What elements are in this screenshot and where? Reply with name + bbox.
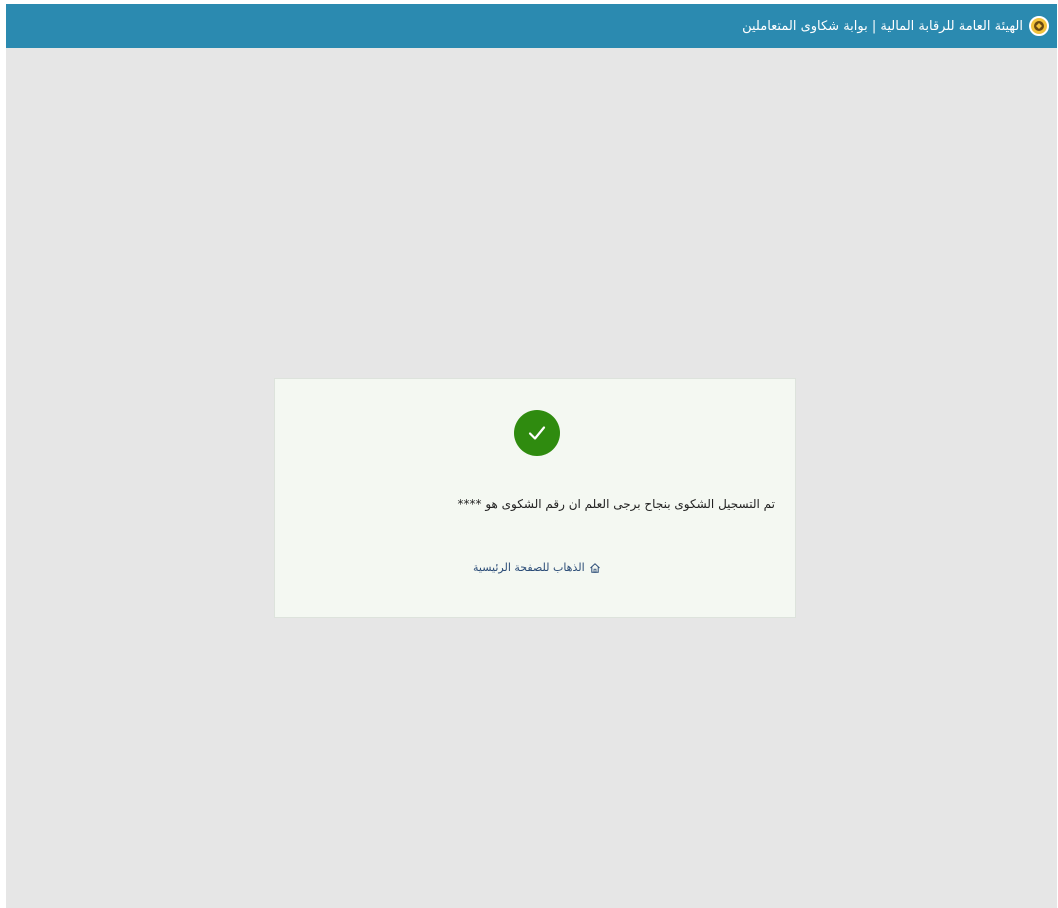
go-home-link[interactable]: الذهاب للصفحة الرئيسية bbox=[473, 561, 601, 574]
success-message: تم التسجيل الشكوى بنجاح برجى العلم ان رق… bbox=[457, 497, 776, 511]
success-status-badge bbox=[514, 410, 560, 456]
home-icon bbox=[589, 562, 600, 573]
app-viewport: الهيئة العامة للرقابة المالية | بوابة شك… bbox=[6, 4, 1057, 908]
go-home-label: الذهاب للصفحة الرئيسية bbox=[473, 561, 585, 574]
authority-seal-icon bbox=[1029, 16, 1049, 36]
success-card: تم التسجيل الشكوى بنجاح برجى العلم ان رق… bbox=[274, 378, 796, 618]
top-header-bar: الهيئة العامة للرقابة المالية | بوابة شك… bbox=[6, 4, 1057, 48]
checkmark-icon bbox=[528, 426, 546, 440]
portal-title: الهيئة العامة للرقابة المالية | بوابة شك… bbox=[742, 18, 1023, 34]
